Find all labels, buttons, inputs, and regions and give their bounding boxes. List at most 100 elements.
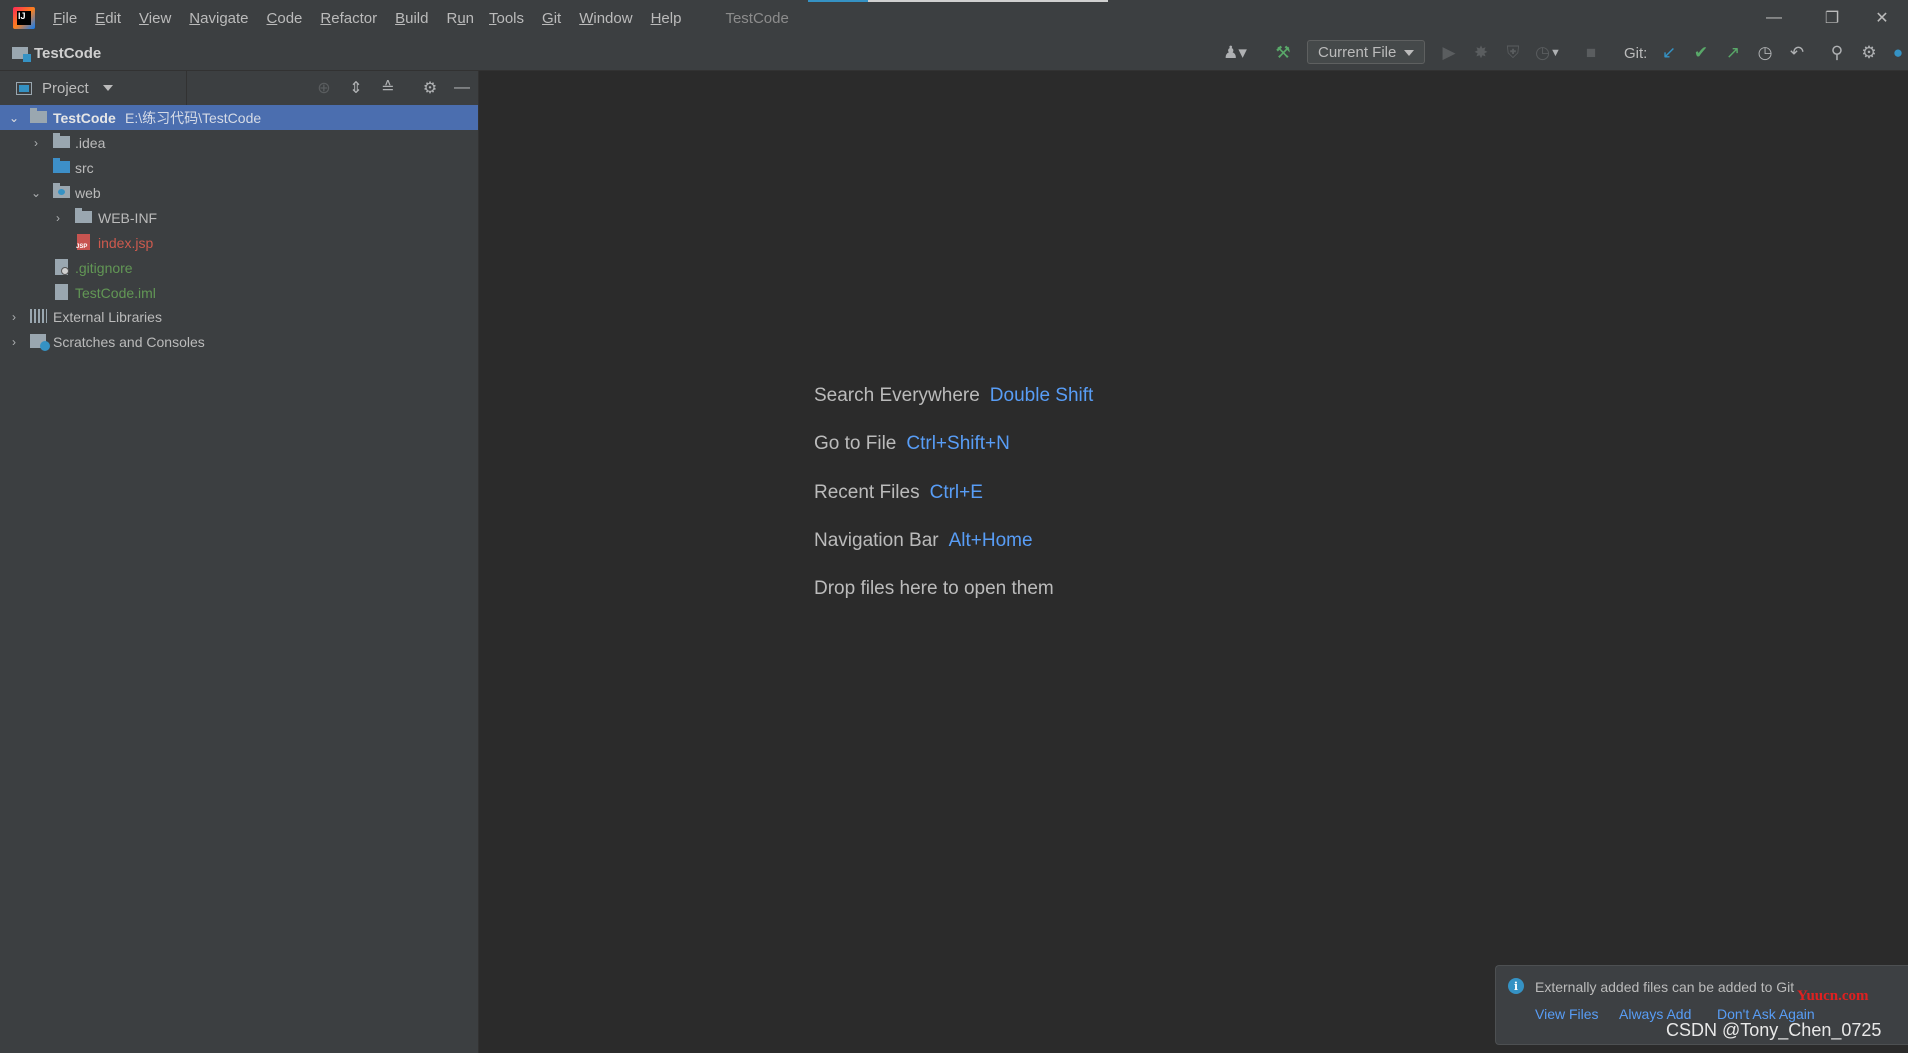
tree-node-label: WEB-INF [98, 209, 158, 226]
git-update-icon[interactable]: ↙ [1657, 36, 1681, 70]
hint-recent-files: Recent Files Ctrl+E [814, 482, 983, 504]
vcs-user-icon[interactable]: ♟▾ [1218, 36, 1252, 70]
watermark-csdn: CSDN @Tony_Chen_0725 [1666, 1020, 1882, 1040]
menu-edit[interactable]: Edit [95, 10, 121, 27]
menu-view[interactable]: View [139, 10, 171, 27]
build-hammer-icon[interactable]: ⚒ [1268, 36, 1298, 70]
jsp-file-icon [76, 234, 90, 250]
run-configuration-select[interactable]: Current File [1307, 40, 1425, 64]
chevron-down-icon[interactable]: ⌄ [28, 180, 44, 205]
profile-icon[interactable]: ◷ ▼ [1530, 36, 1566, 70]
tree-node-label: src [75, 159, 94, 176]
intellij-logo-icon[interactable]: IJ [13, 7, 35, 29]
chevron-right-icon[interactable]: › [28, 130, 44, 155]
hint-shortcut[interactable]: Alt+Home [949, 530, 1033, 551]
gitignore-file-icon [55, 259, 69, 275]
hint-go-to-file: Go to File Ctrl+Shift+N [814, 433, 1010, 455]
tree-node-scratches[interactable]: › Scratches and Consoles [0, 329, 478, 354]
source-folder-icon [53, 158, 70, 173]
folder-icon [53, 133, 70, 148]
stop-icon[interactable]: ■ [1578, 36, 1604, 70]
collapse-all-icon[interactable]: ≙ [374, 71, 402, 105]
chevron-right-icon[interactable]: › [6, 329, 22, 354]
hide-panel-icon[interactable]: — [448, 71, 476, 105]
info-icon: i [1508, 978, 1524, 994]
rollback-icon[interactable]: ↶ [1785, 36, 1809, 70]
git-label: Git: [1624, 44, 1648, 62]
breadcrumb-project: TestCode [34, 44, 102, 62]
title-bar: IJ File Edit View Navigate Code Refactor… [0, 0, 1908, 36]
hint-label: Navigation Bar [814, 530, 939, 551]
minimize-icon[interactable]: — [1748, 0, 1800, 36]
tree-node-label: .gitignore [75, 259, 133, 276]
tree-node-label: External Libraries [53, 308, 162, 325]
git-history-icon[interactable]: ◷ [1753, 36, 1777, 70]
restore-icon[interactable]: ❐ [1806, 0, 1858, 36]
hint-search-everywhere: Search Everywhere Double Shift [814, 385, 1093, 407]
project-view-icon [16, 81, 32, 95]
gear-icon[interactable]: ⚙ [416, 71, 444, 105]
view-files-link[interactable]: View Files [1535, 1006, 1599, 1022]
run-with-coverage-icon[interactable]: ⛨ [1500, 36, 1526, 70]
chevron-down-icon[interactable]: ⌄ [6, 105, 22, 130]
chevron-right-icon[interactable]: › [6, 304, 22, 329]
git-commit-icon[interactable]: ✔ [1689, 36, 1713, 70]
gear-icon[interactable]: ⚙ [1856, 36, 1882, 70]
tree-node-idea[interactable]: › .idea [0, 130, 478, 155]
window-title: TestCode [725, 9, 789, 27]
tree-node-path: E:\练习代码\TestCode [125, 109, 262, 126]
hint-label: Recent Files [814, 482, 920, 503]
tree-node-label: web [75, 184, 101, 201]
close-icon[interactable]: ✕ [1856, 0, 1908, 36]
menu-tools[interactable]: Tools [489, 10, 524, 27]
tree-node-root[interactable]: ⌄ TestCode E:\练习代码\TestCode [0, 105, 478, 130]
tree-node-web[interactable]: ⌄ web [0, 180, 478, 205]
hint-shortcut[interactable]: Ctrl+Shift+N [906, 433, 1009, 454]
iml-file-icon [55, 284, 68, 300]
tree-node-web-inf[interactable]: › WEB-INF [0, 205, 478, 230]
toolbox-icon[interactable]: ● [1888, 36, 1908, 70]
menu-code[interactable]: Code [267, 10, 303, 27]
tree-node-gitignore[interactable]: .gitignore [0, 255, 478, 280]
chevron-right-icon[interactable]: › [50, 205, 66, 230]
menu-git[interactable]: Git [542, 10, 561, 27]
menu-refactor[interactable]: Refactor [320, 10, 377, 27]
debug-icon[interactable]: ✸ [1468, 36, 1494, 70]
search-icon[interactable]: ⚲ [1824, 36, 1850, 70]
scratches-icon [30, 334, 50, 351]
hint-label: Search Everywhere [814, 385, 980, 406]
web-folder-icon [53, 183, 70, 198]
project-panel-header: Project ⊕ ⇕ ≙ ⚙ — [0, 71, 478, 106]
locate-file-icon[interactable]: ⊕ [310, 71, 338, 105]
folder-icon [75, 208, 92, 223]
git-push-icon[interactable]: ↗ [1721, 36, 1745, 70]
project-folder-icon [12, 47, 31, 62]
tree-node-label: TestCode.iml [75, 284, 156, 301]
run-icon[interactable]: ▶ [1436, 36, 1462, 70]
tree-node-src[interactable]: src [0, 155, 478, 180]
tree-node-label: Scratches and Consoles [53, 333, 205, 350]
menu-file[interactable]: File [53, 10, 77, 27]
editor-area[interactable]: Search Everywhere Double Shift Go to File… [479, 71, 1908, 1053]
run-configuration-label: Current File [1318, 43, 1397, 61]
background-task-progress [808, 0, 1108, 2]
project-view-title[interactable]: Project [42, 80, 89, 97]
menu-run[interactable]: Run [446, 10, 474, 27]
chevron-down-icon[interactable] [102, 85, 113, 91]
menu-build[interactable]: Build [395, 10, 428, 27]
tree-node-external-libraries[interactable]: › External Libraries [0, 304, 478, 329]
tree-node-index-jsp[interactable]: index.jsp [0, 230, 478, 255]
expand-all-icon[interactable]: ⇕ [342, 71, 370, 105]
menu-window[interactable]: Window [579, 10, 632, 27]
watermark-site: Yuucn.com [1797, 988, 1869, 1004]
menu-navigate[interactable]: Navigate [189, 10, 248, 27]
tree-node-iml[interactable]: TestCode.iml [0, 280, 478, 305]
notification-message: Externally added files can be added to G… [1535, 979, 1795, 995]
menu-help[interactable]: Help [651, 10, 682, 27]
hint-label: Go to File [814, 433, 897, 454]
module-folder-icon [30, 108, 47, 123]
hint-shortcut[interactable]: Ctrl+E [930, 482, 983, 503]
hint-shortcut[interactable]: Double Shift [990, 385, 1094, 406]
libraries-icon [30, 309, 47, 323]
breadcrumb[interactable]: TestCode [12, 45, 101, 62]
